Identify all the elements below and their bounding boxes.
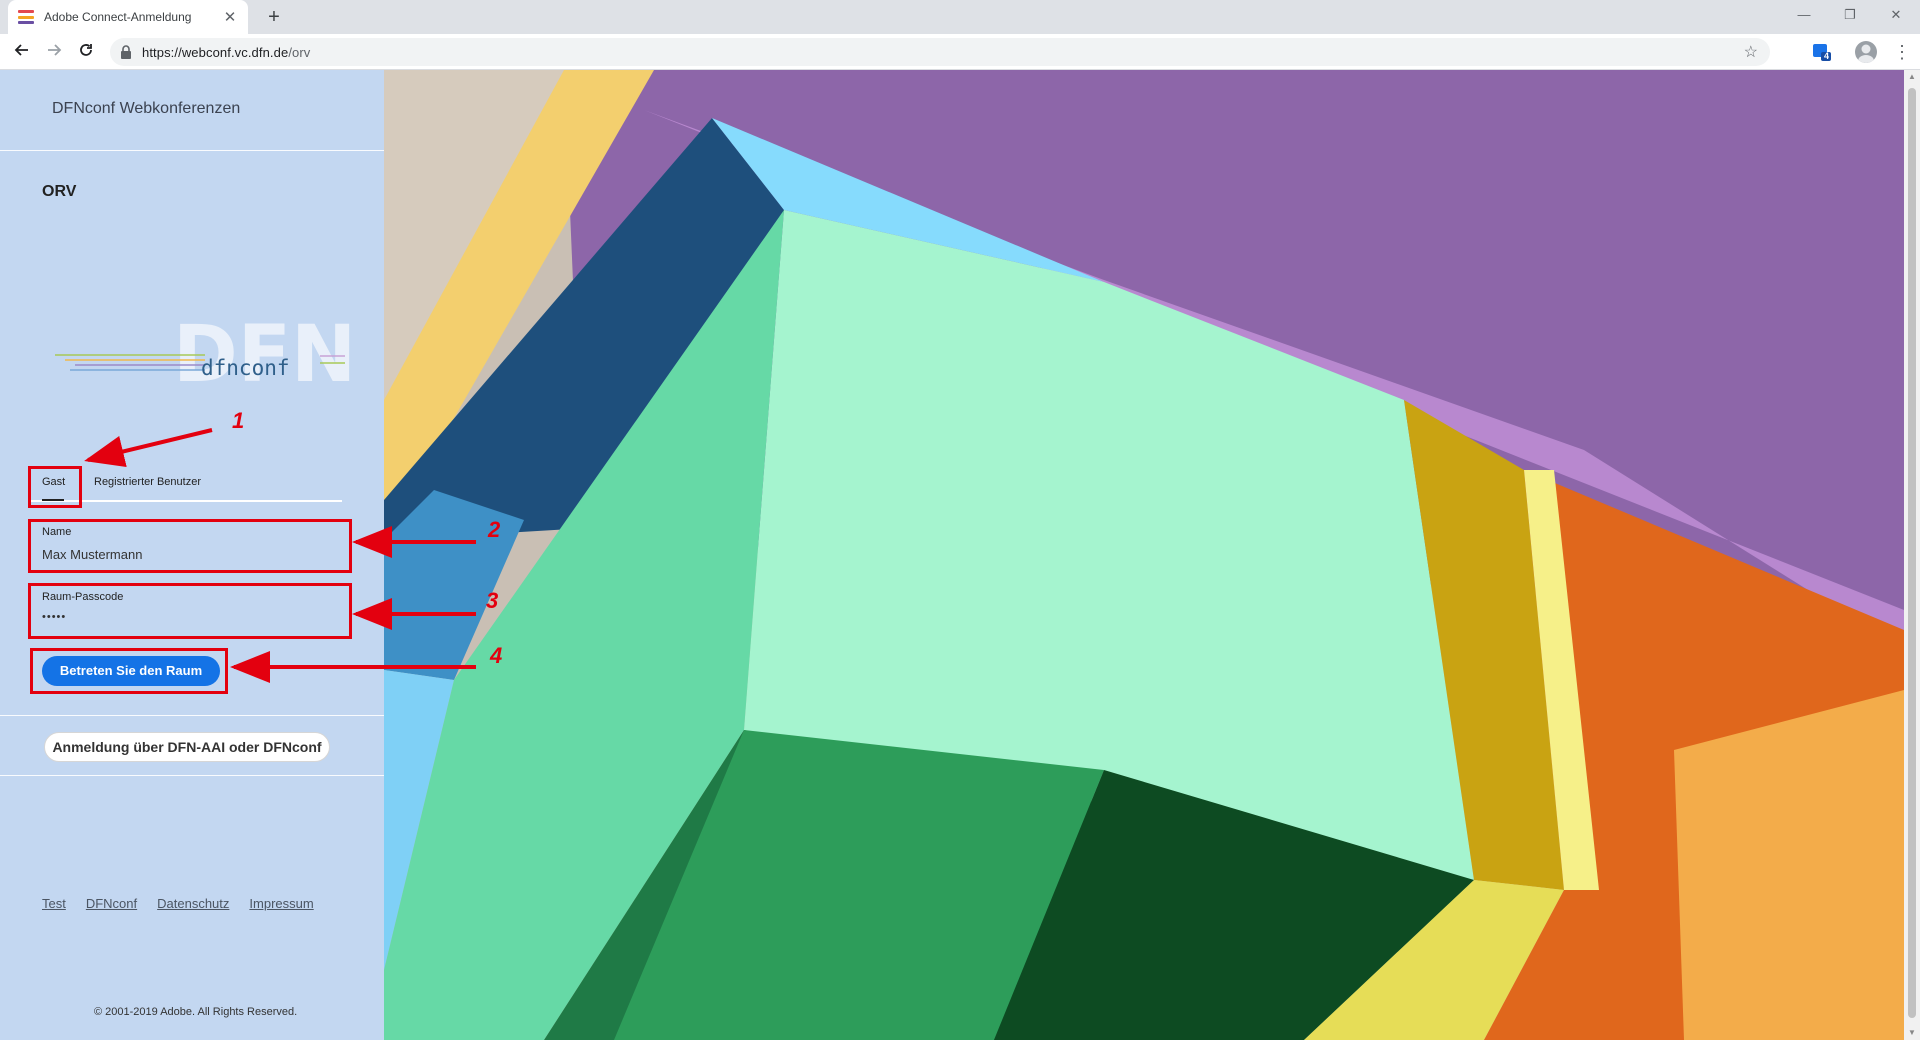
scrollbar-thumb[interactable] bbox=[1908, 88, 1916, 1018]
footer-links: Test DFNconf Datenschutz Impressum bbox=[42, 896, 334, 911]
annotation-arrows bbox=[84, 428, 476, 683]
restore-window-icon[interactable]: ❐ bbox=[1830, 4, 1870, 26]
url-text: https://webconf.vc.dfn.de/orv bbox=[142, 44, 311, 60]
footer-link-datenschutz[interactable]: Datenschutz bbox=[157, 896, 229, 911]
vertical-scrollbar[interactable]: ▲ ▼ bbox=[1904, 70, 1920, 1040]
bookmark-star-icon[interactable]: ☆ bbox=[1744, 42, 1758, 62]
new-tab-button[interactable]: + bbox=[262, 5, 286, 29]
back-icon[interactable] bbox=[10, 40, 34, 64]
forward-icon[interactable] bbox=[42, 40, 66, 64]
annotation-number-4: 4 bbox=[490, 643, 503, 668]
annotation-number-1: 1 bbox=[232, 408, 245, 433]
annotation-number-2: 2 bbox=[488, 517, 501, 542]
profile-avatar-icon[interactable] bbox=[1855, 41, 1877, 63]
footer-link-test[interactable]: Test bbox=[42, 896, 66, 911]
adobe-connect-favicon-icon bbox=[18, 9, 34, 25]
divider bbox=[0, 775, 384, 776]
close-tab-icon[interactable]: ✕ bbox=[222, 8, 238, 26]
browser-tabstrip: Adobe Connect-Anmeldung ✕ + — ❐ ✕ bbox=[0, 0, 1920, 34]
copyright-text: © 2001-2019 Adobe. All Rights Reserved. bbox=[94, 1006, 298, 1018]
page-content: DFNconf Webkonferenzen ORV DFN dfnconf G… bbox=[0, 70, 1920, 1040]
footer-link-dfnconf[interactable]: DFNconf bbox=[86, 896, 137, 911]
lock-icon bbox=[120, 45, 132, 59]
close-window-icon[interactable]: ✕ bbox=[1876, 4, 1916, 26]
browser-toolbar: https://webconf.vc.dfn.de/orv ☆ 4 ⋮ bbox=[0, 34, 1920, 70]
reload-icon[interactable] bbox=[74, 40, 98, 64]
hero-illustration bbox=[384, 70, 1904, 1040]
browser-menu-icon[interactable]: ⋮ bbox=[1893, 41, 1911, 63]
extension-icon[interactable]: 4 bbox=[1812, 42, 1832, 62]
footer-link-impressum[interactable]: Impressum bbox=[249, 896, 313, 911]
browser-tab-active[interactable]: Adobe Connect-Anmeldung ✕ bbox=[8, 0, 248, 34]
scroll-up-arrow-icon[interactable]: ▲ bbox=[1908, 72, 1916, 82]
dfn-aai-login-button[interactable]: Anmeldung über DFN-AAI oder DFNconf bbox=[44, 732, 330, 762]
divider bbox=[0, 715, 384, 716]
address-bar[interactable]: https://webconf.vc.dfn.de/orv ☆ bbox=[110, 38, 1770, 66]
tab-title: Adobe Connect-Anmeldung bbox=[44, 10, 192, 24]
scroll-down-arrow-icon[interactable]: ▼ bbox=[1908, 1028, 1916, 1038]
extension-badge: 4 bbox=[1824, 51, 1830, 61]
annotation-number-3: 3 bbox=[486, 588, 499, 613]
minimize-window-icon[interactable]: — bbox=[1784, 4, 1824, 26]
